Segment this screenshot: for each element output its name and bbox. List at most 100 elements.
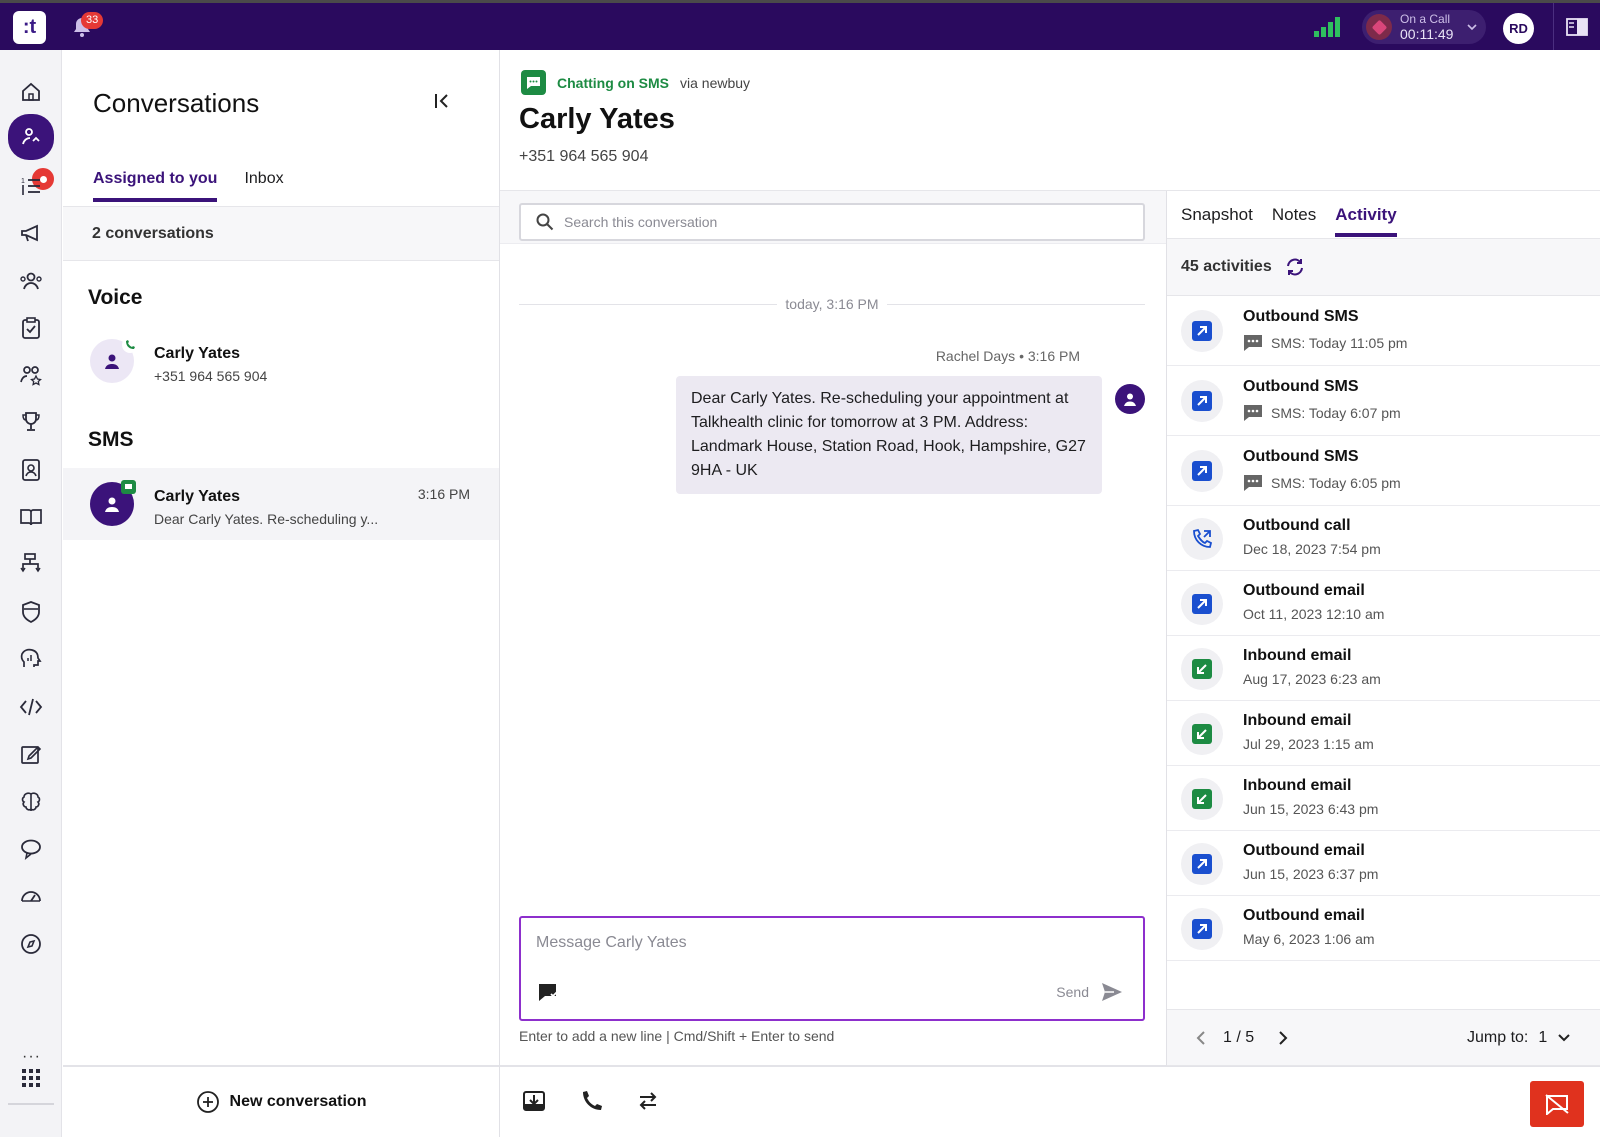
activity-title: Inbound email	[1243, 777, 1352, 794]
tab-snapshot[interactable]: Snapshot	[1181, 205, 1253, 237]
chat-area: Chatting on SMS via newbuy Carly Yates +…	[500, 50, 1600, 1137]
download-icon[interactable]	[522, 1089, 546, 1113]
send-label: Send	[1056, 984, 1089, 1000]
collapse-panel-icon[interactable]	[433, 92, 451, 110]
sms-icon	[1243, 334, 1263, 352]
activity-item[interactable]: Inbound email Aug 17, 2023 6:23 am	[1167, 636, 1600, 701]
activity-item[interactable]: Outbound email Oct 11, 2023 12:10 am	[1167, 571, 1600, 636]
search-icon	[536, 213, 554, 231]
activity-panel: Snapshot Notes Activity 45 activities Ou…	[1166, 191, 1600, 1066]
activity-item[interactable]: Inbound email Jun 15, 2023 6:43 pm	[1167, 766, 1600, 831]
message-input[interactable]	[536, 934, 1126, 960]
divider	[1167, 1065, 1600, 1066]
conversation-item-voice[interactable]: Carly Yates +351 964 565 904	[63, 325, 499, 397]
call-status-icon	[1366, 14, 1392, 40]
tab-activity[interactable]: Activity	[1335, 205, 1397, 237]
phone-icon[interactable]	[580, 1089, 604, 1113]
chevron-right-icon[interactable]	[1277, 1030, 1289, 1046]
add-circle-icon	[196, 1091, 219, 1113]
edit-icon[interactable]	[10, 733, 52, 775]
contact-phone: +351 964 565 904	[154, 368, 268, 384]
end-conversation-button[interactable]	[1530, 1081, 1584, 1127]
activity-subtitle: Jun 15, 2023 6:37 pm	[1243, 866, 1379, 882]
activity-item[interactable]: Outbound email May 6, 2023 1:06 am	[1167, 896, 1600, 961]
top-bar: :t 33 On a Call 00:11:49 RD	[0, 0, 1600, 50]
section-sms: SMS	[88, 428, 134, 451]
team-icon[interactable]	[10, 260, 52, 302]
home-icon[interactable]	[10, 71, 52, 113]
activity-item[interactable]: Outbound call Dec 18, 2023 7:54 pm	[1167, 506, 1600, 571]
divider	[1553, 3, 1554, 50]
compass-icon[interactable]	[10, 923, 52, 965]
brain-icon[interactable]	[10, 781, 52, 823]
people-star-icon[interactable]	[10, 354, 52, 396]
template-icon[interactable]	[537, 982, 559, 1004]
compose-hint: Enter to add a new line | Cmd/Shift + En…	[519, 1028, 835, 1044]
jump-to-select[interactable]: Jump to: 1	[1467, 1029, 1571, 1047]
channel-label: Chatting on SMS	[557, 74, 669, 91]
activity-subtitle: Dec 18, 2023 7:54 pm	[1243, 541, 1381, 557]
apps-grid-icon[interactable]	[10, 1057, 52, 1099]
user-avatar[interactable]: RD	[1503, 13, 1534, 44]
phone-call-icon	[122, 337, 138, 353]
outbound-arrow-icon	[1181, 380, 1223, 422]
tab-assigned[interactable]: Assigned to you	[93, 170, 218, 202]
search-input[interactable]	[564, 214, 1124, 230]
code-icon[interactable]	[10, 686, 52, 728]
new-conversation-label: New conversation	[229, 1093, 367, 1110]
clipboard-check-icon[interactable]	[10, 307, 52, 349]
activity-tabs: Snapshot Notes Activity	[1181, 205, 1397, 237]
transfer-icon[interactable]	[636, 1089, 660, 1113]
activity-subtitle: Oct 11, 2023 12:10 am	[1243, 606, 1385, 622]
sms-icon	[1243, 474, 1263, 492]
call-controls-bar	[500, 1065, 1600, 1137]
shield-icon[interactable]	[10, 591, 52, 633]
outbound-call-icon	[1181, 518, 1223, 560]
activity-title: Outbound email	[1243, 582, 1365, 599]
message-preview: Dear Carly Yates. Re-scheduling y...	[154, 511, 379, 527]
call-status-pill[interactable]: On a Call 00:11:49	[1362, 10, 1486, 44]
send-button[interactable]: Send	[1056, 982, 1123, 1002]
activity-subtitle: Jun 15, 2023 6:43 pm	[1243, 801, 1379, 817]
tab-inbox[interactable]: Inbox	[244, 170, 283, 202]
activity-title: Outbound SMS	[1243, 378, 1359, 395]
contact-name: Carly Yates	[154, 488, 240, 505]
activity-title: Inbound email	[1243, 647, 1352, 664]
new-conversation-button[interactable]: New conversation	[63, 1065, 499, 1137]
contact-card-icon[interactable]	[10, 449, 52, 491]
analytics-head-icon[interactable]	[10, 638, 52, 680]
conversation-item-sms[interactable]: Carly Yates Dear Carly Yates. Re-schedul…	[63, 468, 499, 540]
activity-subtitle: SMS: Today 6:07 pm	[1243, 404, 1401, 422]
book-icon[interactable]	[10, 496, 52, 538]
activity-item[interactable]: Outbound SMS SMS: Today 11:05 pm	[1167, 296, 1600, 366]
agent-avatar	[1115, 384, 1145, 414]
activity-item[interactable]: Outbound email Jun 15, 2023 6:37 pm	[1167, 831, 1600, 896]
list-icon[interactable]: 1	[10, 165, 52, 207]
svg-text:1: 1	[21, 178, 25, 185]
activity-count-bar: 45 activities	[1167, 239, 1600, 296]
activity-title: Outbound email	[1243, 842, 1365, 859]
outbound-arrow-icon	[1181, 843, 1223, 885]
conversations-nav-icon[interactable]	[8, 114, 54, 160]
chat-bubble-icon[interactable]	[10, 828, 52, 870]
send-icon	[1102, 983, 1122, 1001]
tab-notes[interactable]: Notes	[1272, 205, 1316, 237]
activity-item[interactable]: Inbound email Jul 29, 2023 1:15 am	[1167, 701, 1600, 766]
app-logo[interactable]: :t	[13, 11, 46, 44]
flow-icon[interactable]	[10, 543, 52, 585]
jump-label: Jump to:	[1467, 1029, 1529, 1046]
message-bubble: Dear Carly Yates. Re-scheduling your app…	[676, 376, 1102, 494]
activity-item[interactable]: Outbound SMS SMS: Today 6:07 pm	[1167, 366, 1600, 436]
date-separator-label: today, 3:16 PM	[777, 296, 887, 312]
end-chat-icon	[1545, 1094, 1569, 1115]
megaphone-icon[interactable]	[10, 212, 52, 254]
trophy-icon[interactable]	[10, 401, 52, 443]
gauge-icon[interactable]	[10, 875, 52, 917]
chevron-left-icon[interactable]	[1195, 1030, 1207, 1046]
activity-subtitle: Aug 17, 2023 6:23 am	[1243, 671, 1381, 687]
side-panel-toggle-icon[interactable]	[1566, 18, 1588, 36]
conversation-count: 2 conversations	[63, 206, 499, 261]
activity-item[interactable]: Outbound SMS SMS: Today 6:05 pm	[1167, 436, 1600, 506]
refresh-icon[interactable]	[1284, 257, 1306, 277]
chevron-down-icon	[1466, 21, 1478, 33]
